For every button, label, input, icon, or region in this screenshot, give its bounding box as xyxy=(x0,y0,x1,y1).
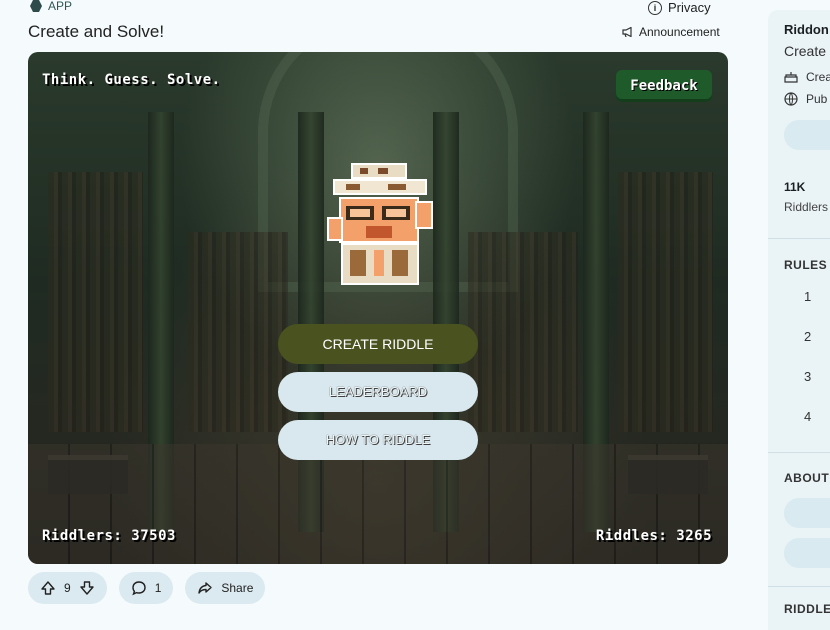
background-bench xyxy=(628,455,708,494)
app-hex-icon xyxy=(30,0,42,12)
feedback-button[interactable]: Feedback xyxy=(616,70,712,102)
announcement-link[interactable]: Announcement xyxy=(622,25,720,39)
info-icon: i xyxy=(648,0,662,15)
community-sidebar: Riddon Create Crea Pub 11K Riddlers RULE… xyxy=(768,10,830,630)
share-button[interactable]: Share xyxy=(185,572,266,604)
how-to-riddle-button[interactable]: HOW TO RIDDLE xyxy=(278,420,478,460)
leaderboard-button[interactable]: LEADERBOARD xyxy=(278,372,478,412)
riddlers-count: Riddlers: 37503 xyxy=(42,528,176,544)
megaphone-icon xyxy=(622,27,632,37)
about-link-pill[interactable] xyxy=(784,498,830,528)
background-bookshelf xyxy=(468,232,578,432)
sidebar-divider xyxy=(768,238,830,239)
background-bench xyxy=(48,455,128,494)
background-bookshelf xyxy=(618,172,713,432)
sidebar-public-text: Pub xyxy=(806,92,828,106)
sidebar-created-text: Crea xyxy=(806,70,830,84)
background-floor xyxy=(28,444,728,564)
sidebar-divider xyxy=(768,586,830,587)
comment-icon xyxy=(131,581,146,596)
game-canvas[interactable]: Think. Guess. Solve. Feedback CREATE RID… xyxy=(28,52,728,564)
comments-button[interactable]: 1 xyxy=(118,572,174,604)
sidebar-created-row: Crea xyxy=(784,70,830,84)
comment-count: 1 xyxy=(154,581,162,595)
vote-count: 9 xyxy=(64,581,71,595)
upvote-icon[interactable] xyxy=(40,580,56,596)
sidebar-bottom-heading: RIDDLE xyxy=(784,602,830,616)
join-button[interactable] xyxy=(784,120,830,150)
community-name[interactable]: Riddon xyxy=(784,22,829,37)
rules-heading: RULES xyxy=(784,258,828,272)
announcement-label: Announcement xyxy=(639,25,720,39)
sidebar-divider xyxy=(768,452,830,453)
detective-mascot-icon xyxy=(327,163,433,285)
app-tag-label: APP xyxy=(48,0,73,13)
share-icon xyxy=(198,582,213,594)
post-title: Create and Solve! xyxy=(28,22,165,41)
riddles-count: Riddles: 3265 xyxy=(595,528,712,544)
vote-control: 9 xyxy=(28,572,107,604)
app-tag: APP xyxy=(30,0,72,13)
create-riddle-button[interactable]: CREATE RIDDLE xyxy=(278,324,478,364)
members-count: 11K xyxy=(784,180,806,194)
background-bookshelf xyxy=(188,232,288,432)
downvote-icon[interactable] xyxy=(79,580,95,596)
rule-item[interactable]: 3 xyxy=(804,369,811,384)
privacy-link[interactable]: i Privacy xyxy=(648,0,711,15)
rule-item[interactable]: 1 xyxy=(804,289,811,304)
privacy-label: Privacy xyxy=(668,0,711,15)
members-label: Riddlers xyxy=(784,200,829,214)
game-tagline: Think. Guess. Solve. xyxy=(42,72,221,88)
background-bookshelf xyxy=(48,172,143,432)
share-label: Share xyxy=(221,581,254,595)
sidebar-public-row: Pub xyxy=(784,92,827,106)
rule-item[interactable]: 2 xyxy=(804,329,811,344)
globe-icon xyxy=(784,92,798,106)
community-tagline: Create xyxy=(784,43,827,59)
about-heading: ABOUT xyxy=(784,471,830,485)
post-actions: 9 1 Share xyxy=(28,572,266,604)
cake-icon xyxy=(784,72,798,83)
rule-item[interactable]: 4 xyxy=(804,409,811,424)
about-link-pill[interactable] xyxy=(784,538,830,568)
